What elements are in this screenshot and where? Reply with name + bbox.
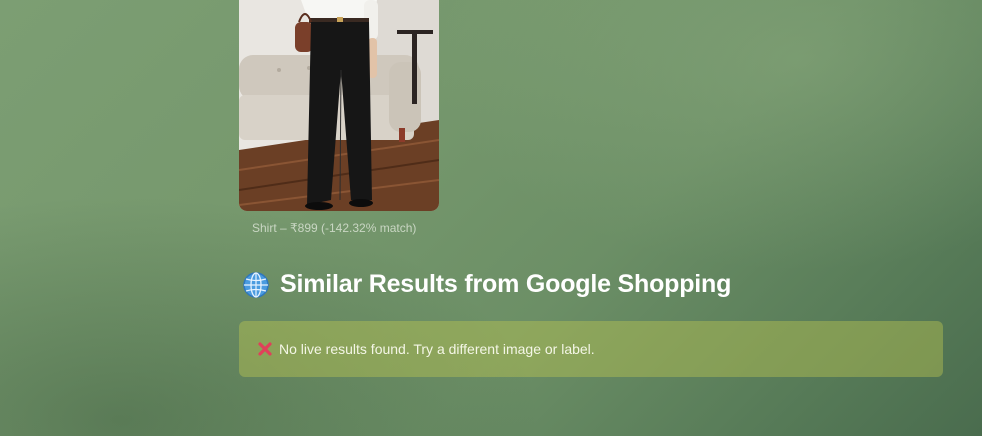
no-results-alert: No live results found. Try a different i… [239, 321, 943, 377]
cross-icon [258, 342, 272, 356]
section-title: Similar Results from Google Shopping [280, 270, 732, 298]
similar-results-heading: Similar Results from Google Shopping [242, 270, 731, 299]
alert-message: No live results found. Try a different i… [279, 341, 595, 357]
product-caption: Shirt – ₹899 (-142.32% match) [252, 221, 417, 235]
product-image[interactable] [239, 0, 439, 211]
globe-icon [243, 271, 269, 298]
